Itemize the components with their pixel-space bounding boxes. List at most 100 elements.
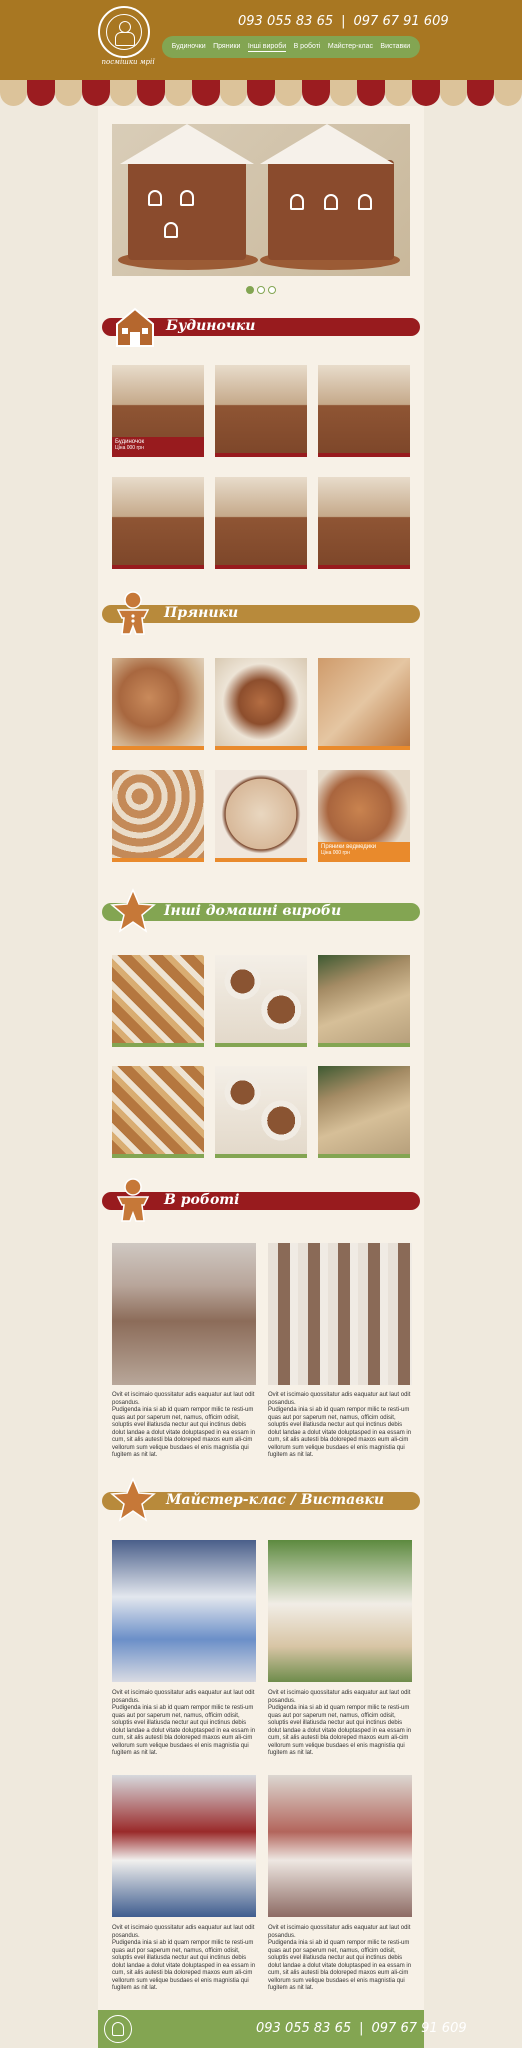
product-tile[interactable] bbox=[318, 658, 410, 750]
footer-phone-separator: | bbox=[359, 2021, 364, 2036]
product-tile[interactable] bbox=[215, 365, 307, 457]
house-image bbox=[268, 160, 394, 260]
product-tile[interactable]: Пряники ведмедики Ціна 000 грн bbox=[318, 770, 410, 862]
pastry-photo bbox=[318, 1066, 410, 1154]
master-class-photo[interactable] bbox=[268, 1540, 412, 1682]
pretzel-photo bbox=[112, 1066, 204, 1154]
description-lead: Ovit et iscimaio quossitatur adis eaquat… bbox=[112, 1690, 255, 1704]
cookie-photo bbox=[112, 770, 204, 858]
slider-dot[interactable] bbox=[268, 286, 276, 294]
nav-item-houses[interactable]: Будиночки bbox=[172, 43, 206, 51]
product-price: Ціна 000 грн bbox=[321, 850, 350, 856]
slider-dots bbox=[246, 286, 276, 294]
house-photo bbox=[215, 365, 307, 453]
work-description: Ovit et iscimaio quossitatur adis eaquat… bbox=[268, 1392, 414, 1460]
description-lead: Ovit et iscimaio quossitatur adis eaquat… bbox=[112, 1925, 255, 1939]
slider-dot[interactable] bbox=[257, 286, 265, 294]
product-tile[interactable] bbox=[215, 477, 307, 569]
description-lead: Ovit et iscimaio quossitatur adis eaquat… bbox=[112, 1392, 255, 1406]
footer-phones: 093 055 83 65 | 097 67 91 609 bbox=[256, 2021, 467, 2036]
master-description: Ovit et iscimaio quossitatur adis eaquat… bbox=[268, 1690, 414, 1758]
exhibition-description: Ovit et iscimaio quossitatur adis eaquat… bbox=[112, 1925, 258, 1993]
product-tile[interactable] bbox=[215, 955, 307, 1047]
house-photo bbox=[318, 477, 410, 565]
work-photo[interactable] bbox=[112, 1243, 256, 1385]
footer-phone-1[interactable]: 093 055 83 65 bbox=[256, 2021, 351, 2036]
work-description: Ovit et iscimaio quossitatur adis eaquat… bbox=[112, 1392, 258, 1460]
product-tile[interactable] bbox=[112, 658, 204, 750]
product-tile[interactable] bbox=[215, 658, 307, 750]
house-image bbox=[128, 160, 246, 260]
footer-logo[interactable] bbox=[104, 2015, 132, 2043]
section-title-other: Інші домашні вироби bbox=[164, 903, 342, 919]
section-title-gingerbread: Пряники bbox=[164, 605, 239, 621]
exhibition-photo[interactable] bbox=[112, 1775, 256, 1917]
product-tile[interactable] bbox=[318, 365, 410, 457]
description-body: Pudigenda inia si ab id quam rempor mili… bbox=[268, 1407, 412, 1458]
header-phones: 093 055 83 65 | 097 67 91 609 bbox=[238, 14, 449, 29]
description-body: Pudigenda inia si ab id quam rempor mili… bbox=[268, 1940, 412, 1991]
product-tile[interactable] bbox=[112, 477, 204, 569]
exhibition-description: Ovit et iscimaio quossitatur adis eaquat… bbox=[268, 1925, 414, 1993]
pretzel-photo bbox=[112, 955, 204, 1043]
cookie-photo bbox=[215, 770, 307, 858]
section-title-work: В роботі bbox=[164, 1192, 240, 1208]
product-caption: Будиночок Ціна 000 грн bbox=[112, 437, 204, 457]
slider-dot[interactable] bbox=[246, 286, 254, 294]
description-lead: Ovit et iscimaio quossitatur adis eaquat… bbox=[268, 1690, 411, 1704]
product-caption: Пряники ведмедики Ціна 000 грн bbox=[318, 842, 410, 862]
section-title-houses: Будиночки bbox=[166, 318, 256, 334]
product-tile[interactable] bbox=[318, 955, 410, 1047]
awning-decoration bbox=[0, 80, 522, 106]
star-icon bbox=[110, 1477, 156, 1522]
cookie-plate-photo bbox=[215, 955, 307, 1043]
house-photo bbox=[318, 365, 410, 453]
nav-item-exhibitions[interactable]: Виставки bbox=[380, 43, 410, 51]
phone-separator: | bbox=[341, 14, 346, 29]
hero-slider[interactable] bbox=[112, 124, 410, 276]
nav-item-master-class[interactable]: Майстер-клас bbox=[328, 43, 373, 51]
main-nav: Будиночки Пряники Інші вироби В роботі М… bbox=[162, 36, 420, 58]
logo[interactable] bbox=[98, 6, 150, 58]
product-tile[interactable] bbox=[215, 770, 307, 862]
gingerbread-man-icon bbox=[116, 591, 150, 635]
description-body: Pudigenda inia si ab id quam rempor mili… bbox=[268, 1705, 412, 1756]
product-tile[interactable] bbox=[215, 1066, 307, 1158]
description-body: Pudigenda inia si ab id quam rempor mili… bbox=[112, 1940, 256, 1991]
description-lead: Ovit et iscimaio quossitatur adis eaquat… bbox=[268, 1925, 411, 1939]
phone-1[interactable]: 093 055 83 65 bbox=[238, 14, 333, 29]
product-tile[interactable]: Будиночок Ціна 000 грн bbox=[112, 365, 204, 457]
exhibition-photo[interactable] bbox=[268, 1775, 412, 1917]
footer-phone-2[interactable]: 097 67 91 609 bbox=[372, 2021, 467, 2036]
site-footer: 093 055 83 65 | 097 67 91 609 bbox=[98, 2010, 467, 2048]
nav-item-work[interactable]: В роботі bbox=[294, 43, 321, 51]
nav-item-other[interactable]: Інші вироби bbox=[247, 43, 287, 52]
cookie-plate-photo bbox=[215, 1066, 307, 1154]
product-tile[interactable] bbox=[318, 477, 410, 569]
master-class-photo[interactable] bbox=[112, 1540, 256, 1682]
description-body: Pudigenda inia si ab id quam rempor mili… bbox=[112, 1705, 256, 1756]
star-icon bbox=[110, 888, 156, 933]
gingerbread-man-icon bbox=[106, 14, 142, 50]
house-photo bbox=[215, 477, 307, 565]
logo-text: посмішки мрії bbox=[101, 58, 155, 66]
product-tile[interactable] bbox=[318, 1066, 410, 1158]
product-tile[interactable] bbox=[112, 955, 204, 1047]
phone-2[interactable]: 097 67 91 609 bbox=[354, 14, 449, 29]
house-photo bbox=[112, 477, 204, 565]
house-badge-icon bbox=[116, 307, 154, 347]
product-tile[interactable] bbox=[112, 770, 204, 862]
work-photo[interactable] bbox=[268, 1243, 412, 1385]
product-price: Ціна 000 грн bbox=[115, 445, 144, 451]
product-tile[interactable] bbox=[112, 1066, 204, 1158]
cookie-photo bbox=[318, 658, 410, 746]
gingerbread-man-icon bbox=[116, 1178, 150, 1222]
description-body: Pudigenda inia si ab id quam rempor mili… bbox=[112, 1407, 256, 1458]
cookie-photo bbox=[112, 658, 204, 746]
description-lead: Ovit et iscimaio quossitatur adis eaquat… bbox=[268, 1392, 411, 1406]
nav-item-gingerbread[interactable]: Пряники bbox=[213, 43, 240, 51]
master-description: Ovit et iscimaio quossitatur adis eaquat… bbox=[112, 1690, 258, 1758]
cookie-photo bbox=[215, 658, 307, 746]
pastry-photo bbox=[318, 955, 410, 1043]
section-title-master: Майстер-клас / Виставки bbox=[166, 1492, 385, 1508]
